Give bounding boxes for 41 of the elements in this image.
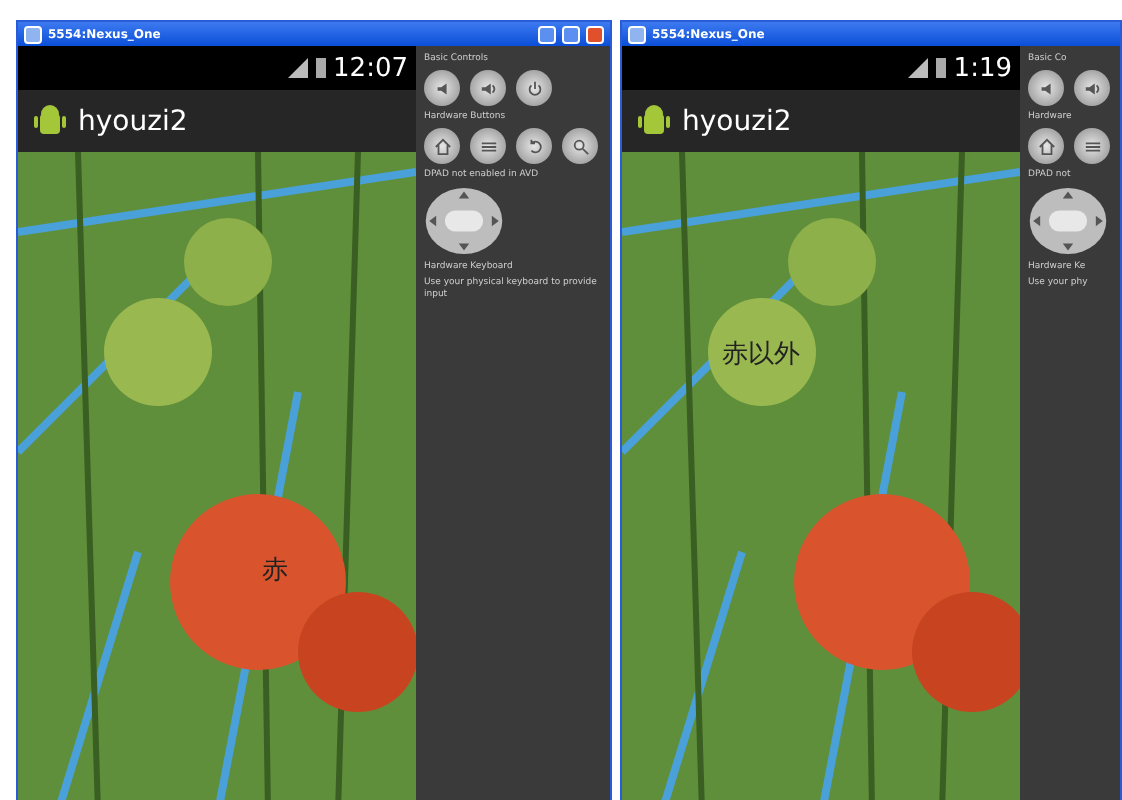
status-time: 1:19 (953, 53, 1012, 83)
hardware-button[interactable] (1074, 128, 1110, 164)
home-icon (433, 137, 451, 155)
minimize-button[interactable] (538, 25, 556, 43)
control-button[interactable] (516, 70, 552, 106)
battery-icon (935, 58, 946, 78)
signal-icon (287, 58, 308, 78)
dpad-control[interactable] (1028, 186, 1108, 256)
hardware-button[interactable] (562, 128, 598, 164)
control-button[interactable] (1074, 70, 1110, 106)
volume-up-icon (479, 79, 497, 97)
app-icon (24, 25, 42, 43)
signal-icon (907, 58, 928, 78)
volume-down-icon (1037, 79, 1055, 97)
dpad-control[interactable] (424, 186, 504, 256)
power-icon (525, 79, 543, 97)
control-button[interactable] (470, 70, 506, 106)
app-title: hyouzi2 (78, 105, 188, 137)
android-robot-icon (34, 103, 66, 139)
color-label: 赤以外 (722, 338, 800, 372)
maximize-button[interactable] (562, 25, 580, 43)
status-time: 12:07 (333, 53, 408, 83)
search-icon (571, 137, 589, 155)
close-button[interactable] (586, 25, 604, 43)
hardware-button[interactable] (1028, 128, 1064, 164)
app-icon (628, 25, 646, 43)
app-title: hyouzi2 (682, 105, 792, 137)
control-button[interactable] (424, 70, 460, 106)
home-icon (1037, 137, 1055, 155)
hardware-button[interactable] (516, 128, 552, 164)
back-icon (525, 137, 543, 155)
color-label: 赤 (262, 554, 288, 588)
menu-icon (479, 137, 497, 155)
hardware-button[interactable] (424, 128, 460, 164)
volume-up-icon (1083, 79, 1101, 97)
battery-icon (315, 58, 326, 78)
menu-icon (1083, 137, 1101, 155)
hardware-button[interactable] (470, 128, 506, 164)
android-robot-icon (638, 103, 670, 139)
control-button[interactable] (1028, 70, 1064, 106)
volume-down-icon (433, 79, 451, 97)
